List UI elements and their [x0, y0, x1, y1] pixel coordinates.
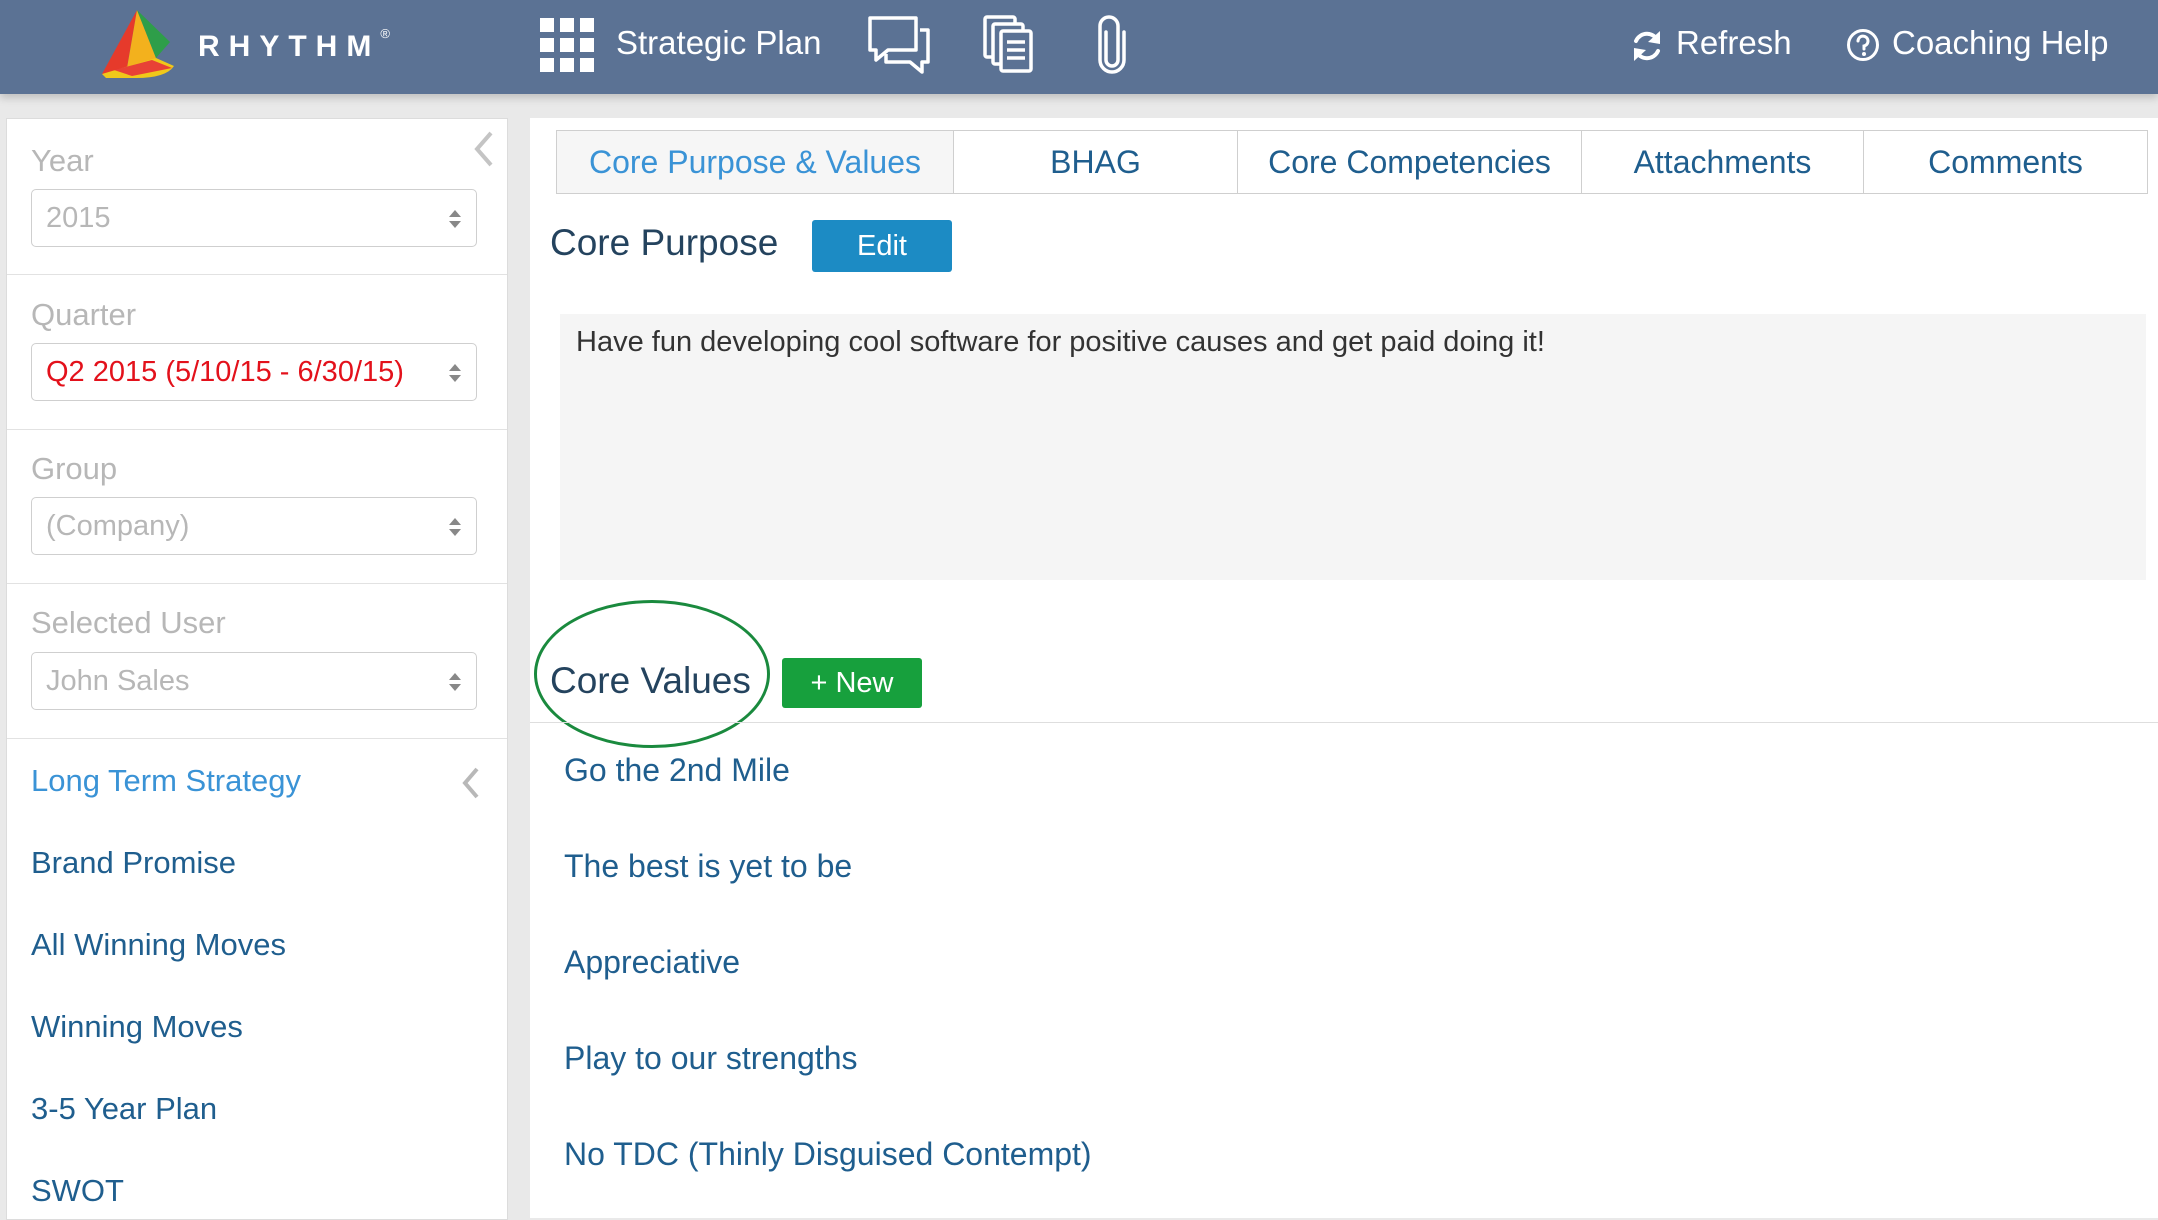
divider — [7, 429, 507, 430]
nav-winning-moves[interactable]: Winning Moves — [31, 1009, 243, 1045]
core-purpose-box: Have fun developing cool software for po… — [560, 314, 2146, 580]
chevron-left-icon[interactable] — [459, 765, 481, 801]
refresh-button[interactable]: Refresh — [1676, 24, 1792, 62]
selected-user-label: Selected User — [31, 605, 226, 640]
tab-attachments[interactable]: Attachments — [1582, 130, 1864, 194]
group-label: Group — [31, 451, 118, 486]
core-purpose-text: Have fun developing cool software for po… — [576, 326, 1545, 358]
chevron-left-icon[interactable] — [469, 127, 497, 171]
year-value: 2015 — [46, 202, 111, 234]
core-value-item[interactable]: The best is yet to be — [564, 848, 852, 885]
new-core-value-button[interactable]: + New — [782, 658, 922, 708]
documents-icon[interactable] — [982, 14, 1034, 74]
core-value-item[interactable]: Appreciative — [564, 944, 740, 981]
comments-icon[interactable] — [866, 14, 932, 74]
sidebar: Year 2015 Quarter Q2 2015 (5/10/15 - 6/3… — [6, 118, 508, 1220]
brand-name: RHYTHM® — [198, 26, 390, 63]
core-purpose-title: Core Purpose — [550, 222, 779, 263]
tab-core-purpose-values[interactable]: Core Purpose & Values — [556, 130, 954, 194]
sort-arrows-icon — [449, 210, 461, 228]
divider — [530, 722, 2158, 723]
tab-bar: Core Purpose & Values BHAG Core Competen… — [556, 130, 2148, 196]
apps-grid-icon[interactable] — [540, 18, 594, 72]
group-value: (Company) — [46, 510, 190, 542]
nav-brand-promise[interactable]: Brand Promise — [31, 845, 236, 881]
core-values-title: Core Values — [550, 660, 751, 701]
nav-3-5-year-plan[interactable]: 3-5 Year Plan — [31, 1091, 217, 1127]
module-title[interactable]: Strategic Plan — [616, 24, 821, 62]
quarter-value: Q2 2015 (5/10/15 - 6/30/15) — [46, 356, 404, 388]
divider — [7, 274, 507, 275]
nav-long-term-strategy[interactable]: Long Term Strategy — [31, 763, 301, 799]
rhythm-logo-icon[interactable] — [96, 8, 178, 80]
main-content: Core Purpose & Values BHAG Core Competen… — [530, 118, 2158, 1218]
selected-user-value: John Sales — [46, 665, 190, 697]
edit-button[interactable]: Edit — [812, 220, 952, 272]
core-value-item[interactable]: Play to our strengths — [564, 1040, 857, 1077]
quarter-label: Quarter — [31, 297, 137, 332]
refresh-icon[interactable] — [1630, 29, 1664, 63]
top-navigation-bar: RHYTHM® Strategic Plan Refresh Coaching … — [0, 0, 2158, 94]
divider — [7, 738, 507, 739]
year-label: Year — [31, 143, 94, 178]
core-value-item[interactable]: Go the 2nd Mile — [564, 752, 790, 789]
year-select[interactable]: 2015 — [31, 189, 477, 247]
nav-all-winning-moves[interactable]: All Winning Moves — [31, 927, 286, 963]
tab-core-competencies[interactable]: Core Competencies — [1238, 130, 1582, 194]
help-circle-icon[interactable] — [1846, 28, 1880, 62]
coaching-help-button[interactable]: Coaching Help — [1892, 24, 2108, 62]
tab-bhag[interactable]: BHAG — [954, 130, 1238, 194]
sort-arrows-icon — [449, 673, 461, 691]
sort-arrows-icon — [449, 518, 461, 536]
group-select[interactable]: (Company) — [31, 497, 477, 555]
tab-comments[interactable]: Comments — [1864, 130, 2148, 194]
core-value-item[interactable]: No TDC (Thinly Disguised Contempt) — [564, 1136, 1092, 1173]
nav-swot[interactable]: SWOT — [31, 1173, 124, 1209]
sort-arrows-icon — [449, 364, 461, 382]
quarter-select[interactable]: Q2 2015 (5/10/15 - 6/30/15) — [31, 343, 477, 401]
divider — [7, 583, 507, 584]
selected-user-select[interactable]: John Sales — [31, 652, 477, 710]
attachment-icon[interactable] — [1096, 14, 1128, 74]
